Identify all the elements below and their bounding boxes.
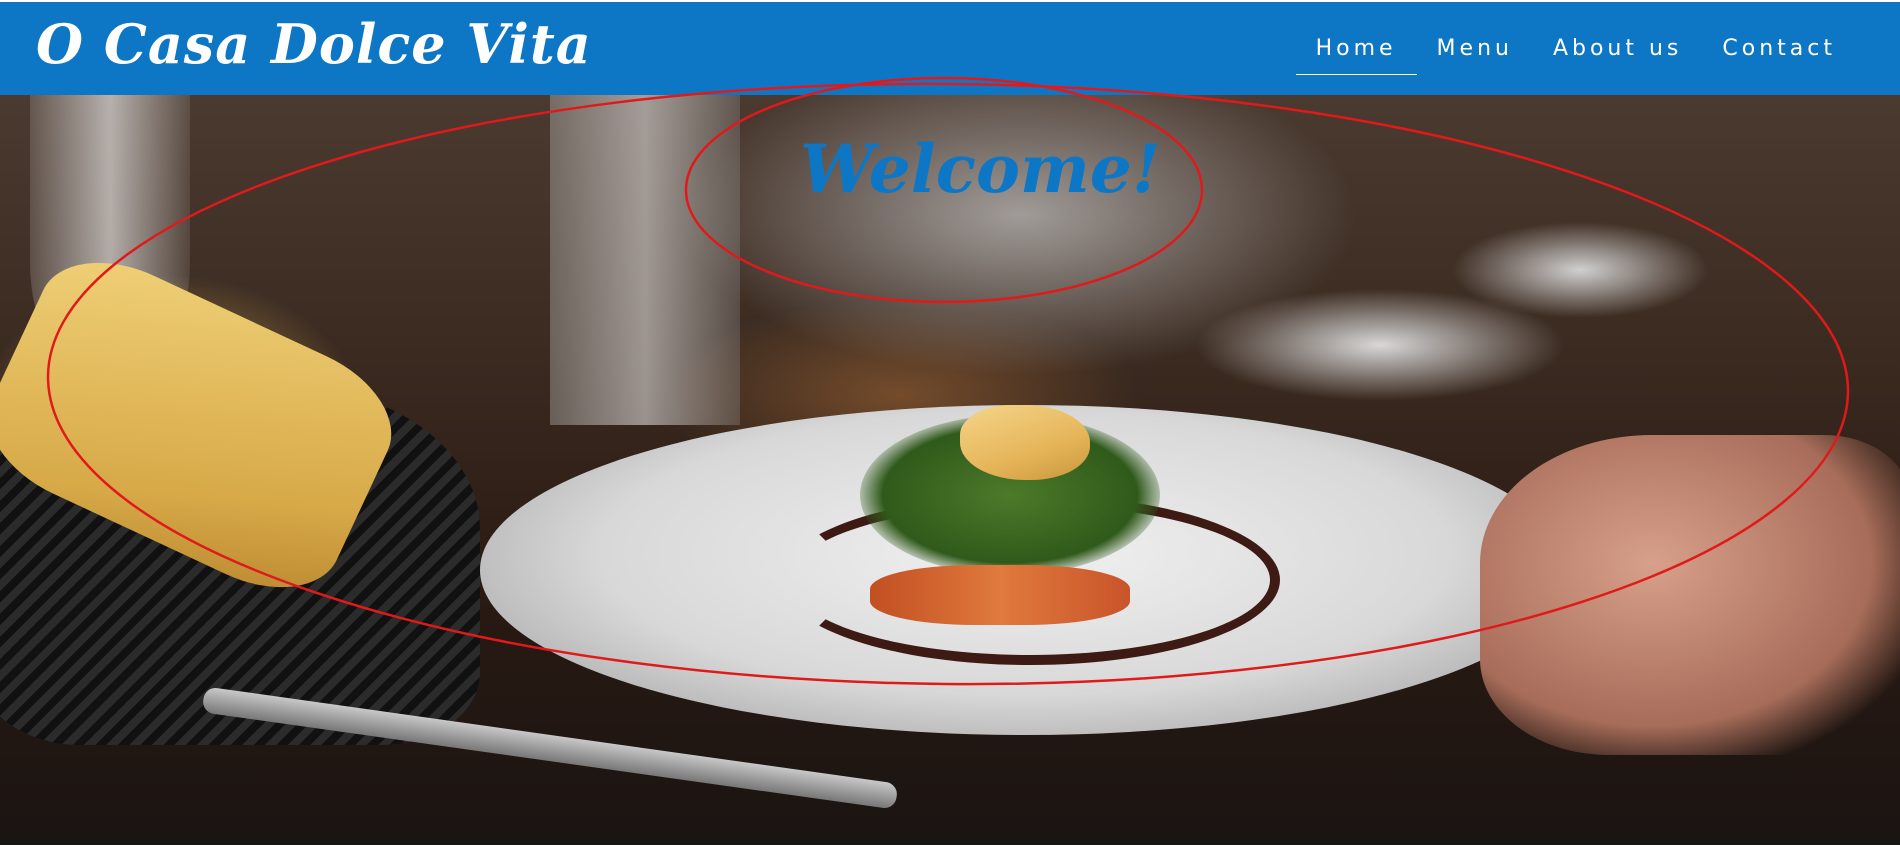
page: O Casa Dolce Vita Home Menu About us Con… — [0, 0, 1900, 850]
hand-image — [1480, 435, 1900, 755]
salmon-image — [870, 565, 1130, 625]
nav-item-contact[interactable]: Contact — [1702, 32, 1856, 69]
site-logo[interactable]: O Casa Dolce Vita — [36, 12, 592, 76]
nav-item-menu[interactable]: Menu — [1417, 32, 1533, 69]
fish-image — [960, 405, 1090, 480]
site-header: O Casa Dolce Vita Home Menu About us Con… — [0, 2, 1900, 95]
main-nav: Home Menu About us Contact — [1295, 32, 1856, 75]
water-glass-image — [550, 95, 740, 425]
nav-item-about-us[interactable]: About us — [1533, 32, 1702, 69]
nav-item-home[interactable]: Home — [1295, 32, 1417, 75]
hero-heading: Welcome! — [800, 130, 1161, 208]
